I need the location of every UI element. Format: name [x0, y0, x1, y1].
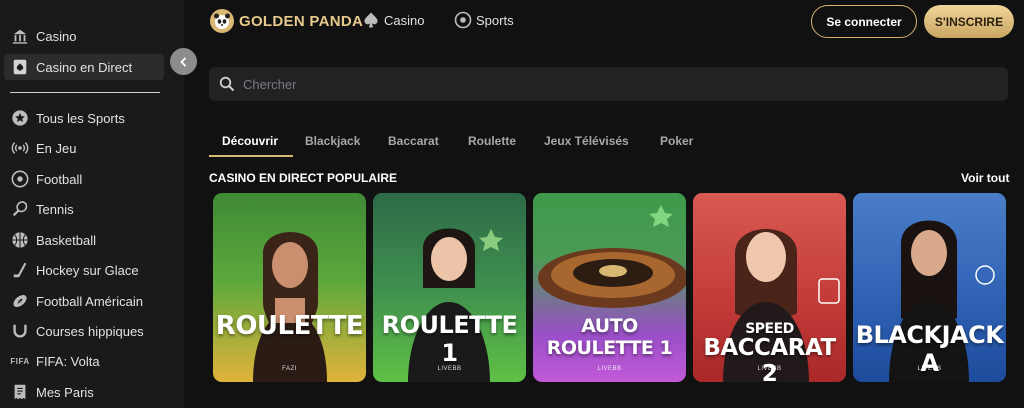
game-card-speed-baccarat-2[interactable]: SPEED BACCARAT 2 LIVEBB	[693, 193, 846, 382]
game-card-blackjack-a[interactable]: BLACKJACK A LIVEBB	[853, 193, 1006, 382]
brand-name: GOLDEN PANDA	[239, 12, 364, 30]
active-tab-indicator	[209, 155, 293, 157]
sidebar-item-label: FIFA: Volta	[36, 353, 100, 369]
sidebar-item-label: Football	[36, 171, 83, 187]
game-provider: FAZI	[282, 366, 297, 372]
tab-baccarat[interactable]: Baccarat	[388, 134, 439, 148]
tab-roulette[interactable]: Roulette	[468, 134, 516, 148]
sidebar-item-tous-les-sports[interactable]: Tous les Sports	[4, 105, 164, 131]
game-provider: LIVEBB	[597, 366, 622, 372]
game-provider: LIVEBB	[757, 366, 782, 372]
soccer-ball-icon	[454, 11, 472, 29]
sidebar-item-fifa-volta[interactable]: FIFA FIFA: Volta	[4, 348, 164, 374]
basketball-icon	[10, 230, 30, 250]
tab-blackjack[interactable]: Blackjack	[305, 134, 360, 148]
top-header: GOLDEN PANDA Casino Sports Se connecter …	[184, 0, 1024, 46]
login-button[interactable]: Se connecter	[811, 5, 917, 38]
sidebar-item-mes-paris[interactable]: Mes Paris	[4, 379, 164, 405]
casino-building-icon	[10, 26, 30, 46]
brand-logo[interactable]: GOLDEN PANDA	[210, 9, 363, 33]
sidebar-item-football-americain[interactable]: Football Américain	[4, 288, 164, 314]
sidebar-item-label: Tennis	[36, 201, 74, 217]
live-signal-icon	[10, 138, 30, 158]
game-title-line2: BACCARAT 2	[703, 335, 836, 382]
sidebar-item-casino-en-direct[interactable]: Casino en Direct	[4, 54, 164, 80]
game-provider: LIVEBB	[917, 366, 942, 372]
tab-poker[interactable]: Poker	[660, 134, 693, 148]
sidebar-item-football[interactable]: Football	[4, 166, 164, 192]
sidebar-item-label: En Jeu	[36, 140, 77, 156]
spade-icon	[364, 12, 378, 28]
hockey-stick-icon	[10, 260, 30, 280]
sidebar-item-label: Courses hippiques	[36, 323, 144, 339]
panda-logo-icon	[210, 9, 234, 33]
sidebar-collapse-button[interactable]	[170, 48, 197, 75]
sidebar-item-label: Football Américain	[36, 293, 143, 309]
tab-decouvrir[interactable]: Découvrir	[222, 134, 278, 148]
sidebar-item-casino[interactable]: Casino	[4, 23, 164, 49]
chevron-left-icon	[179, 56, 186, 67]
sidebar-item-hockey[interactable]: Hockey sur Glace	[4, 257, 164, 283]
game-card-roulette-1[interactable]: ROULETTE 1 LIVEBB	[373, 193, 526, 382]
sidebar-item-en-jeu[interactable]: En Jeu	[4, 135, 164, 161]
sidebar: Casino Casino en Direct Tous les Sports …	[0, 0, 184, 408]
horseshoe-icon	[10, 321, 30, 341]
sidebar-item-label: Basketball	[36, 232, 96, 248]
see-all-link[interactable]: Voir tout	[961, 171, 1009, 185]
fifa-logo-icon: FIFA	[10, 356, 30, 366]
sidebar-item-tennis[interactable]: Tennis	[4, 196, 164, 222]
game-title: ROULETTE	[215, 311, 364, 341]
nav-sports-label: Sports	[476, 12, 514, 28]
game-card-auto-roulette-1[interactable]: AUTO ROULETTE 1 LIVEBB	[533, 193, 686, 382]
search-input[interactable]	[243, 76, 943, 92]
sidebar-item-basketball[interactable]: Basketball	[4, 227, 164, 253]
game-title: ROULETTE 1	[381, 311, 518, 367]
nav-casino-label: Casino	[384, 12, 425, 28]
tennis-racket-icon	[10, 199, 30, 219]
tab-jeux-televises[interactable]: Jeux Télévisés	[544, 134, 629, 148]
game-card-roulette[interactable]: ROULETTE FAZI	[213, 193, 366, 382]
nav-casino[interactable]: Casino	[362, 11, 424, 29]
card-spade-icon	[10, 57, 30, 77]
section-title: CASINO EN DIRECT POPULAIRE	[209, 171, 398, 185]
sidebar-item-label: Tous les Sports	[36, 110, 125, 126]
sidebar-divider	[10, 92, 160, 93]
star-badge-icon	[10, 108, 30, 128]
signup-button[interactable]: S'INSCRIRE	[924, 5, 1014, 38]
american-football-icon	[10, 291, 30, 311]
nav-sports[interactable]: Sports	[454, 11, 514, 29]
sidebar-item-label: Casino en Direct	[36, 59, 133, 75]
sidebar-item-label: Casino	[36, 28, 77, 44]
soccer-ball-icon	[10, 169, 30, 189]
search-icon	[219, 76, 235, 92]
sidebar-item-label: Hockey sur Glace	[36, 262, 139, 278]
dealer-portrait	[253, 232, 327, 382]
game-provider: LIVEBB	[437, 366, 462, 372]
sidebar-item-courses-hippiques[interactable]: Courses hippiques	[4, 318, 164, 344]
game-title: AUTO ROULETTE 1	[546, 315, 673, 359]
sidebar-item-label: Mes Paris	[36, 384, 94, 400]
receipt-icon	[10, 382, 30, 402]
search-bar[interactable]	[209, 67, 1008, 101]
